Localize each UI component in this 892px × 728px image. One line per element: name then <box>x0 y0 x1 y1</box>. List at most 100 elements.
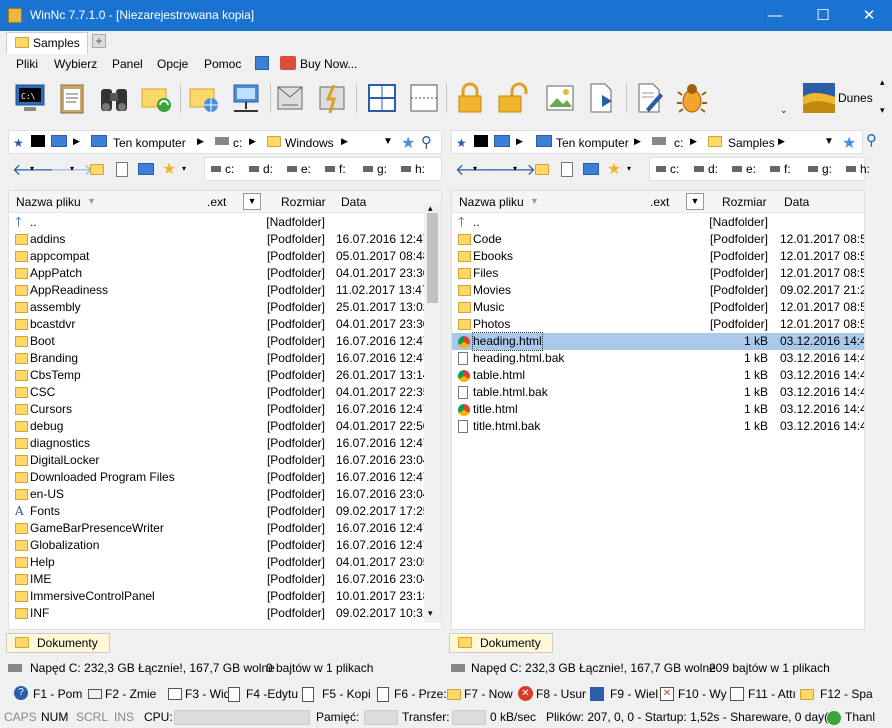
scroll-down-icon[interactable]: ▾ <box>428 608 433 619</box>
right-path-bar[interactable]: ★ ▶ Ten komputer ▶ c: ▶ Samples ▶ ▼ ★ <box>451 130 863 154</box>
bookmark-star-icon[interactable]: ★ <box>401 133 415 153</box>
favorites-star-icon[interactable]: ★ <box>607 159 621 179</box>
network-folder-icon[interactable] <box>188 81 220 115</box>
dropdown-arrow-icon[interactable]: ▼ <box>383 136 393 147</box>
file-row[interactable]: Music [Podfolder] 12.01.2017 08:54 <box>452 299 864 316</box>
f7-button[interactable]: F7 - Now <box>464 687 513 701</box>
chevron-down-icon[interactable]: ▾ <box>627 164 631 173</box>
bug-icon[interactable] <box>676 81 708 115</box>
split-vertical-icon[interactable] <box>408 81 440 115</box>
parent-folder-icon[interactable] <box>535 164 549 175</box>
file-row[interactable]: assembly [Podfolder] 25.01.2017 13:02 <box>9 299 429 316</box>
f4-button[interactable]: F4 -Edytu <box>246 687 298 701</box>
file-row[interactable]: IME [Podfolder] 16.07.2016 23:04 <box>9 571 429 588</box>
file-row[interactable]: DigitalLocker [Podfolder] 16.07.2016 23:04 <box>9 452 429 469</box>
drive-button-f[interactable]: f: <box>784 162 791 176</box>
toolbar-overflow-icon[interactable]: ⌄ <box>780 105 788 116</box>
left-path-bar[interactable]: ★ ▶ Ten komputer ▶ c: ▶ Windows ▶ ▼ ★ ⚲ <box>8 130 442 154</box>
drive-button-h[interactable]: h: <box>860 162 870 176</box>
drive-button-f[interactable]: f: <box>339 162 346 176</box>
file-row[interactable]: AppReadiness [Podfolder] 11.02.2017 13:47 <box>9 282 429 299</box>
chevron-down-icon[interactable]: ▾ <box>30 164 34 173</box>
drive-button-e[interactable]: e: <box>301 162 311 176</box>
image-icon[interactable] <box>544 81 576 115</box>
file-row[interactable]: CSC [Podfolder] 04.01.2017 22:35 <box>9 384 429 401</box>
drive-button-g[interactable]: g: <box>822 162 832 176</box>
bookmark-star-icon[interactable]: ★ <box>842 133 856 153</box>
menu-panel[interactable]: Panel <box>112 57 143 71</box>
file-row[interactable]: Movies [Podfolder] 09.02.2017 21:27 <box>452 282 864 299</box>
file-row[interactable]: Help [Podfolder] 04.01.2017 23:05 <box>9 554 429 571</box>
chevron-down-icon[interactable]: ▾ <box>513 164 517 173</box>
f10-button[interactable]: F10 - Wy <box>678 687 727 701</box>
column-ext[interactable]: .ext <box>650 195 669 209</box>
lock-icon[interactable] <box>454 81 486 115</box>
f12-button[interactable]: F12 - Spa <box>820 687 873 701</box>
drive-button-c[interactable]: c: <box>670 162 679 176</box>
file-row[interactable]: appcompat [Podfolder] 05.01.2017 08:48 <box>9 248 429 265</box>
file-row[interactable]: table.html.bak 1 kB 03.12.2016 14:41 <box>452 384 864 401</box>
document-icon[interactable] <box>561 162 573 177</box>
file-row[interactable]: addins [Podfolder] 16.07.2016 12:47 <box>9 231 429 248</box>
tab-samples[interactable]: Samples <box>6 32 88 54</box>
path-computer[interactable]: Ten komputer <box>113 136 186 150</box>
basket-icon[interactable] <box>280 56 296 70</box>
bookmark-dokumenty[interactable]: Dokumenty <box>6 633 110 653</box>
menu-pliki[interactable]: Pliki <box>16 57 38 71</box>
chevron-down-icon[interactable]: ▾ <box>182 164 186 173</box>
path-drive[interactable]: c: <box>674 136 683 150</box>
monitor-icon[interactable] <box>583 163 599 175</box>
edit-document-icon[interactable] <box>634 81 666 115</box>
cmd-icon[interactable]: C:\ <box>14 81 46 115</box>
file-row[interactable]: table.html 1 kB 03.12.2016 14:42 <box>452 367 864 384</box>
f2-button[interactable]: F2 - Zmie <box>105 687 156 701</box>
file-row[interactable]: diagnostics [Podfolder] 16.07.2016 12:47 <box>9 435 429 452</box>
file-row[interactable]: Code [Podfolder] 12.01.2017 08:54 <box>452 231 864 248</box>
file-row[interactable]: Downloaded Program Files [Podfolder] 16.07… <box>9 469 429 486</box>
unpack-icon[interactable] <box>316 81 348 115</box>
f1-button[interactable]: F1 - Pom <box>33 687 82 701</box>
file-row[interactable]: heading.html.bak 1 kB 03.12.2016 14:41 <box>452 350 864 367</box>
file-row[interactable]: title.html.bak 1 kB 03.12.2016 14:40 <box>452 418 864 435</box>
file-row[interactable]: Boot [Podfolder] 16.07.2016 12:47 <box>9 333 429 350</box>
scroll-up-icon[interactable]: ▴ <box>880 77 885 88</box>
scroll-down-icon[interactable]: ▾ <box>880 105 885 116</box>
path-computer[interactable]: Ten komputer <box>556 136 629 150</box>
f6-button[interactable]: F6 - Prze: <box>394 687 447 701</box>
clipboard-icon[interactable] <box>56 81 88 115</box>
file-row[interactable]: Files [Podfolder] 12.01.2017 08:54 <box>452 265 864 282</box>
monitor-icon[interactable] <box>138 163 154 175</box>
chevron-down-icon[interactable]: ▾ <box>70 164 74 173</box>
monitor-icon[interactable] <box>51 135 67 147</box>
search-icon[interactable]: ⚲ <box>421 133 432 151</box>
drive-button-e[interactable]: e: <box>746 162 756 176</box>
file-row[interactable]: en-US [Podfolder] 16.07.2016 23:04 <box>9 486 429 503</box>
column-date[interactable]: Data <box>784 195 809 209</box>
path-drive[interactable]: c: <box>233 136 242 150</box>
column-size[interactable]: Rozmiar <box>281 195 326 209</box>
file-row[interactable]: GameBarPresenceWriter [Podfolder] 16.07.20… <box>9 520 429 537</box>
file-row[interactable]: ImmersiveControlPanel [Podfolder] 10.01.20… <box>9 588 429 605</box>
cmd-small-icon[interactable] <box>474 135 488 147</box>
drive-button-d[interactable]: d: <box>708 162 718 176</box>
file-row[interactable]: Globalization [Podfolder] 16.07.2016 12:47 <box>9 537 429 554</box>
drive-button-d[interactable]: d: <box>263 162 273 176</box>
document-icon[interactable] <box>116 162 128 177</box>
path-folder[interactable]: Samples <box>728 136 775 150</box>
column-name[interactable]: Nazwa pliku <box>16 195 81 209</box>
drive-button-c[interactable]: c: <box>225 162 234 176</box>
favorites-star-icon[interactable]: ★ <box>162 159 176 179</box>
bookmark-dokumenty[interactable]: Dokumenty <box>449 633 553 653</box>
file-row[interactable]: heading.html 1 kB 03.12.2016 14:42 <box>452 332 864 351</box>
file-row[interactable]: Photos [Podfolder] 12.01.2017 08:54 <box>452 316 864 333</box>
path-folder[interactable]: Windows <box>285 136 334 150</box>
drive-button-g[interactable]: g: <box>377 162 387 176</box>
chevron-down-icon[interactable]: ▾ <box>473 164 477 173</box>
open-document-icon[interactable] <box>586 81 618 115</box>
favorites-star-icon[interactable]: ★ <box>456 136 467 150</box>
add-tab-button[interactable]: + <box>92 34 106 48</box>
unlock-icon[interactable] <box>496 81 528 115</box>
dunes-theme-icon[interactable] <box>802 81 836 115</box>
column-date[interactable]: Data <box>341 195 366 209</box>
f9-button[interactable]: F9 - Wiel <box>610 687 658 701</box>
